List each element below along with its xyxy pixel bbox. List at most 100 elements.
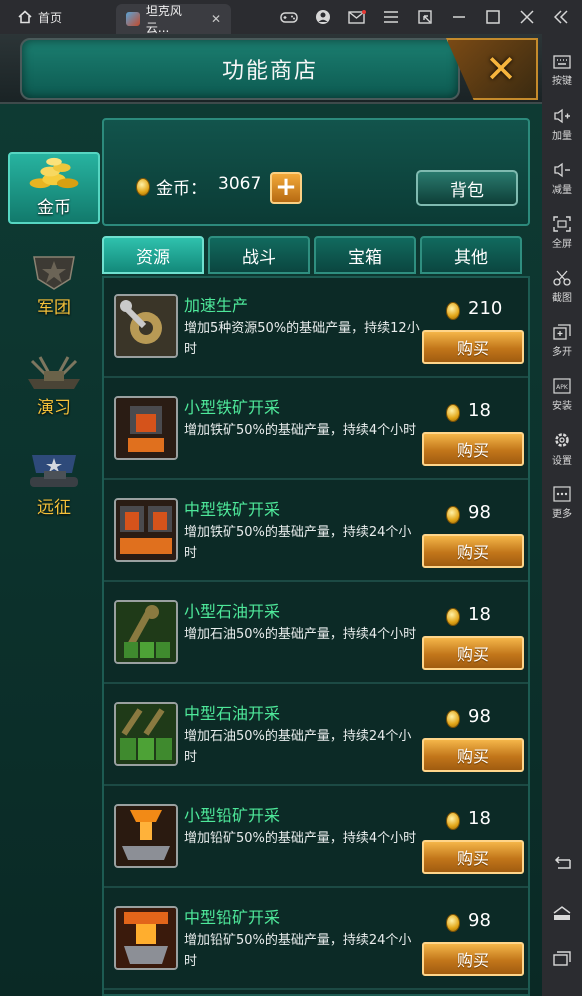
item-name: 中型石油开采 [184, 704, 281, 723]
item-name: 中型铁矿开采 [184, 500, 281, 519]
tab-other[interactable]: 其他 [420, 236, 522, 274]
category-gold[interactable]: 金币 [8, 152, 100, 224]
app-tab-label: 坦克风云... [145, 4, 182, 35]
recent-apps-button[interactable] [542, 942, 582, 976]
emulator-sidebar: 按键 加量 减量 全屏 截图 多开 APK 安装 设置 更多 [542, 34, 582, 996]
item-name: 小型铅矿开采 [184, 806, 281, 825]
sidebar-item-settings[interactable]: 设置 [542, 426, 582, 472]
tab-chest[interactable]: 宝箱 [314, 236, 416, 274]
item-name: 小型铁矿开采 [184, 398, 281, 417]
collapse-sidebar-icon[interactable] [544, 10, 578, 24]
buy-button[interactable]: 购买 [422, 840, 524, 874]
buy-button[interactable]: 购买 [422, 330, 524, 364]
app-tab[interactable]: 坦克风云... ✕ [116, 4, 232, 35]
sidebar-item-multi-open[interactable]: 多开 [542, 318, 582, 364]
expedition-emblem-icon [30, 455, 78, 487]
sidebar-item-screenshot[interactable]: 截图 [542, 264, 582, 310]
multi-open-icon [553, 324, 571, 340]
backpack-button[interactable]: 背包 [416, 170, 518, 206]
back-button[interactable] [542, 846, 582, 880]
item-price: 98 [468, 910, 491, 931]
buy-button[interactable]: 购买 [422, 738, 524, 772]
list-item: 加速生产 增加5种资源50%的基础产量，持续12小时 210 购买 [104, 278, 528, 378]
buy-button[interactable]: 购买 [422, 942, 524, 976]
list-item: 小型石油开采 增加石油50%的基础产量，持续4个小时 18 购买 [104, 584, 528, 684]
list-item: 中型铅矿开采 增加铅矿50%的基础产量，持续24个小时 98 购买 [104, 890, 528, 990]
item-description: 增加铁矿50%的基础产量，持续24个小时 [184, 525, 412, 561]
game-viewport: 功能商店 ✕ 金币 军团 演习 远征 金币： 3067 + 背包 资源 战斗 宝… [0, 34, 542, 996]
tab-resources[interactable]: 资源 [102, 236, 204, 274]
sidebar-item-label: 安装 [552, 401, 572, 412]
category-legion[interactable]: 军团 [8, 250, 100, 322]
buy-button[interactable]: 购买 [422, 432, 524, 466]
item-description: 增加石油50%的基础产量，持续4个小时 [184, 627, 417, 642]
gamepad-icon[interactable] [272, 10, 306, 24]
oil-pump-icon [114, 600, 178, 664]
maximize-icon[interactable] [476, 10, 510, 24]
emulator-window: 首页 坦克风云... ✕ 功能商店 ✕ 金币 军团 演习 远征 金币： 3067… [0, 0, 582, 996]
home-button[interactable] [542, 896, 582, 930]
item-description: 增加铅矿50%的基础产量，持续4个小时 [184, 831, 417, 846]
category-label: 金币 [37, 198, 71, 218]
item-price: 18 [468, 808, 491, 829]
page-title: 功能商店 [221, 59, 318, 84]
buy-button[interactable]: 购买 [422, 636, 524, 670]
user-icon[interactable] [306, 9, 340, 25]
sidebar-item-label: 减量 [552, 185, 572, 196]
sidebar-item-label: 更多 [552, 509, 572, 520]
add-gold-button[interactable]: + [270, 172, 302, 204]
mail-icon[interactable] [340, 10, 374, 24]
tab-battle[interactable]: 战斗 [208, 236, 310, 274]
list-item: 中型铁矿开采 增加铁矿50%的基础产量，持续24个小时 98 购买 [104, 482, 528, 582]
close-icon: ✕ [485, 47, 517, 91]
item-description: 增加石油50%的基础产量，持续24个小时 [184, 729, 412, 765]
sidebar-item-fullscreen[interactable]: 全屏 [542, 210, 582, 256]
coin-icon [446, 710, 460, 728]
category-expedition[interactable]: 远征 [8, 450, 100, 522]
recent-apps-icon [553, 951, 571, 966]
window-controls [272, 0, 578, 34]
tab-close-icon[interactable]: ✕ [211, 12, 221, 26]
home-tab-label: 首页 [38, 10, 63, 25]
list-item: 小型铅矿开采 增加铅矿50%的基础产量，持续4个小时 18 购买 [104, 788, 528, 888]
list-item: 小型铁矿开采 增加铁矿50%的基础产量，持续4个小时 18 购买 [104, 380, 528, 480]
sidebar-item-volume-down[interactable]: 减量 [542, 156, 582, 202]
sidebar-item-label: 全屏 [552, 239, 572, 250]
sidebar-item-volume-up[interactable]: 加量 [542, 102, 582, 148]
sidebar-item-install[interactable]: APK 安装 [542, 372, 582, 418]
home-house-icon [553, 906, 571, 920]
item-description: 增加铁矿50%的基础产量，持续4个小时 [184, 423, 417, 438]
volume-down-icon [554, 162, 570, 178]
sidebar-item-label: 加量 [552, 131, 572, 142]
oil-barrels-icon [114, 702, 178, 766]
coin-icon [446, 914, 460, 932]
item-name: 加速生产 [184, 296, 249, 315]
item-price: 18 [468, 604, 491, 625]
sidebar-item-label: 截图 [552, 293, 572, 304]
item-description: 增加5种资源50%的基础产量，持续12小时 [184, 321, 420, 357]
item-list[interactable]: 加速生产 增加5种资源50%的基础产量，持续12小时 210 购买 小型铁矿开采… [102, 276, 530, 996]
item-price: 98 [468, 706, 491, 727]
list-item: 中型石油开采 增加石油50%的基础产量，持续24个小时 98 购买 [104, 686, 528, 786]
sidebar-item-more[interactable]: 更多 [542, 480, 582, 526]
item-price: 98 [468, 502, 491, 523]
buy-button[interactable]: 购买 [422, 534, 524, 568]
item-price: 18 [468, 400, 491, 421]
legion-emblem-icon [33, 256, 75, 290]
sidebar-item-keys[interactable]: 按键 [542, 48, 582, 94]
sidebar-item-label: 多开 [552, 347, 572, 358]
minimize-icon[interactable] [442, 10, 476, 24]
coin-icon [446, 812, 460, 830]
coin-icon [446, 404, 460, 422]
shop-content: 金币： 3067 + 背包 资源 战斗 宝箱 其他 加速生产 增加5种资源50%… [102, 118, 530, 996]
sidebar-item-label: 设置 [552, 456, 572, 467]
svg-text:APK: APK [556, 384, 569, 391]
close-window-icon[interactable] [510, 10, 544, 24]
ingot-press-icon [114, 906, 178, 970]
category-drill[interactable]: 演习 [8, 350, 100, 422]
coin-icon [446, 302, 460, 320]
wallet-amount: 3067 [218, 174, 262, 194]
shrink-icon[interactable] [408, 10, 442, 24]
home-tab[interactable]: 首页 [0, 0, 76, 34]
menu-icon[interactable] [374, 11, 408, 23]
